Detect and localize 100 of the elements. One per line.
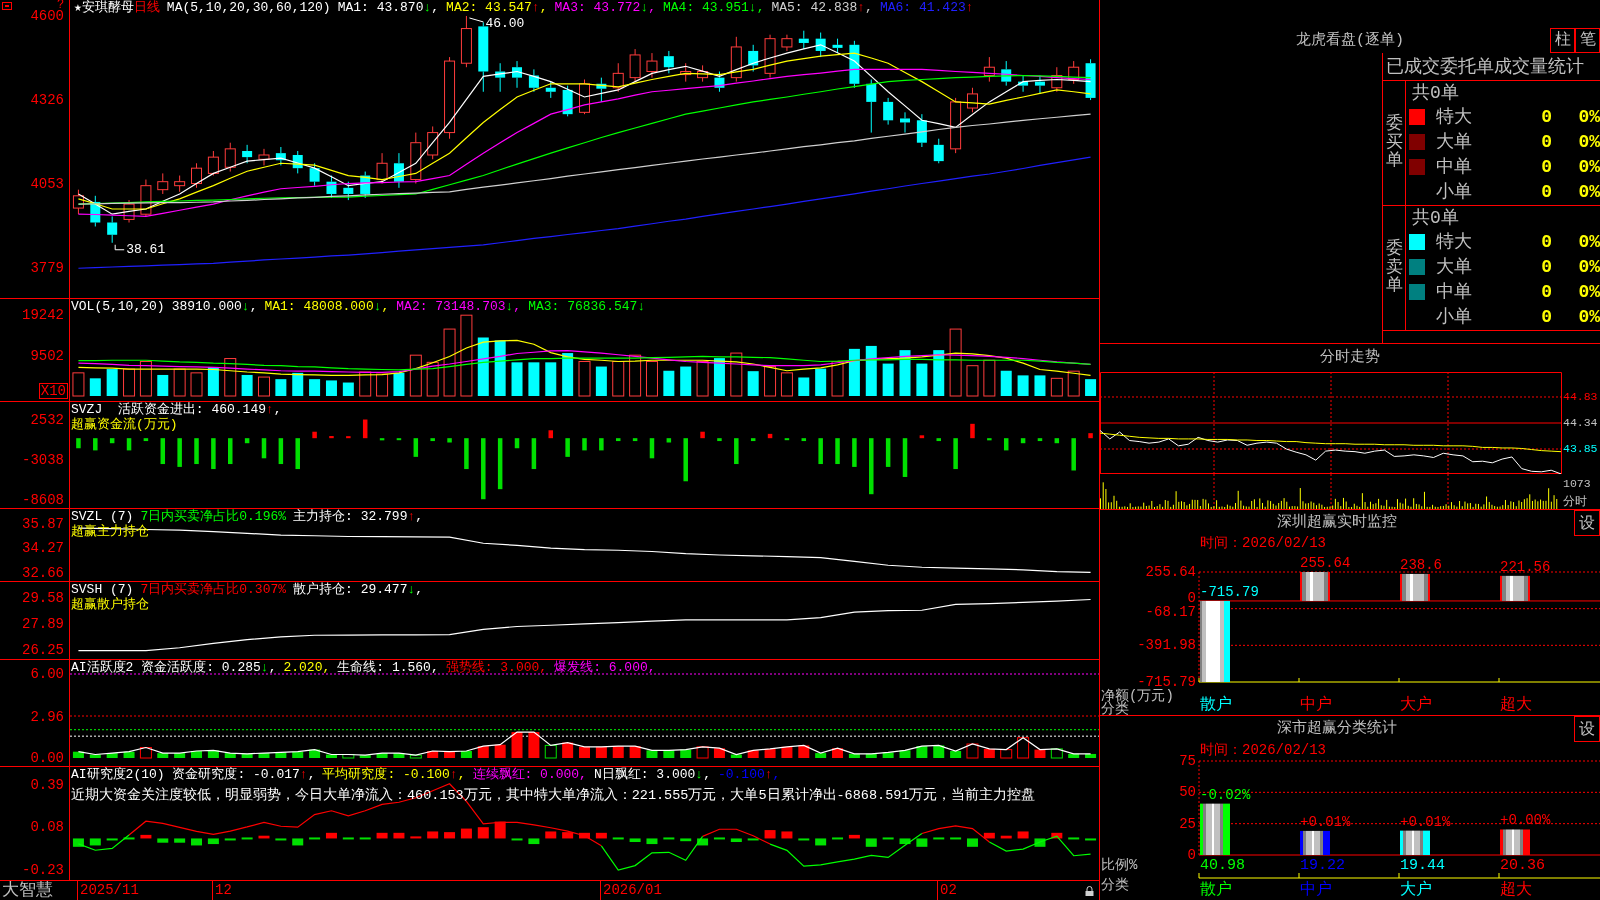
order-percent: 0%: [1577, 231, 1600, 252]
separator-text: ,: [430, 660, 439, 675]
separator-text: ,: [513, 299, 522, 314]
order-count: 0: [1540, 231, 1552, 252]
indicator-label: AI活跃度2 资金活跃度: 0.285: [71, 660, 261, 675]
indicator-label: MA(5,10,20,30,60,120): [166, 0, 331, 15]
separator-text: ,: [322, 660, 331, 675]
separator-text: ,: [415, 582, 424, 597]
order-size-label: 特大: [1435, 231, 1473, 252]
separator-text: ,: [703, 767, 711, 782]
price-label: 38.61: [126, 242, 166, 258]
order-size-label: 大单: [1435, 131, 1473, 152]
axis-label: 4326: [30, 92, 64, 109]
order-percent: 0%: [1577, 256, 1600, 277]
axis-label: 32.66: [22, 565, 64, 582]
indicator-label: -0.100: [717, 767, 765, 782]
category-label: 中户: [1300, 881, 1332, 899]
trend-arrow: ↓: [407, 582, 416, 597]
axis-label: 6.00: [30, 666, 64, 682]
axis-label: 0.00: [30, 750, 64, 766]
axis-label: 25: [1179, 815, 1196, 832]
trend-arrow: ↓: [373, 299, 382, 314]
axis-label: -391.98: [1137, 637, 1196, 654]
trend-arrow: ↓: [260, 660, 269, 675]
axis-label: 75: [1179, 753, 1196, 769]
axis-label: -715.79: [1137, 674, 1196, 690]
order-percent: 0%: [1577, 106, 1600, 127]
axis-title: 比例%: [1101, 857, 1138, 873]
order-size-label: 中单: [1435, 281, 1473, 302]
indicator-label: SVSH (7): [71, 582, 134, 597]
value-label: 238.6: [1400, 556, 1442, 573]
trend-arrow: ↑: [449, 767, 458, 782]
brand-label: 大智慧: [1, 881, 53, 900]
separator-text: ,: [273, 402, 282, 417]
panel-title: 分时走势: [1320, 348, 1380, 368]
order-size-label: 中单: [1435, 156, 1473, 177]
category-label: 散户: [1200, 696, 1232, 714]
trend-arrow: ↑: [857, 0, 866, 15]
indicator-label: 2.020: [283, 660, 323, 675]
axis-label: 3779: [30, 259, 64, 276]
indicator-label: N日飘红: 3.000: [593, 767, 696, 782]
indicator-label: 主力持仓: 32.799: [293, 509, 408, 524]
separator-text: ,: [756, 0, 765, 15]
order-percent: 0%: [1577, 306, 1600, 327]
indicator-label: SVZL (7): [71, 509, 134, 524]
axis-label: 0.08: [30, 819, 64, 836]
trend-arrow: ↓: [241, 299, 250, 314]
trend-arrow: ↓: [748, 0, 757, 15]
category-label: 大户: [1400, 696, 1432, 714]
axis-label: 44.83: [1563, 390, 1598, 404]
trend-arrow: ↓: [637, 299, 646, 314]
axis-label: 2.96: [30, 708, 64, 725]
axis-label: 27.89: [22, 616, 64, 633]
scale-label: X10: [38, 383, 68, 399]
order-size-label: 小单: [1435, 181, 1473, 202]
axis-label: 50: [1179, 784, 1196, 801]
panel-title: 深圳超赢实时监控: [1277, 513, 1397, 533]
trend-arrow: ↑: [299, 767, 308, 782]
axis-label: -3038: [22, 452, 64, 468]
order-count: 0: [1540, 281, 1552, 302]
order-count: 0: [1540, 106, 1552, 127]
legend-label: MA6: 41.423: [879, 0, 966, 15]
axis-label: 4600: [30, 7, 64, 24]
trend-arrow: ↑: [965, 0, 974, 15]
axis-label: -8608: [22, 492, 64, 508]
axis-label: 2532: [30, 412, 64, 428]
separator-text: ,: [865, 0, 873, 15]
time-label: 时间：2026/02/13: [1200, 536, 1326, 551]
axis-label: 255.64: [1145, 564, 1196, 580]
separator-text: ,: [539, 0, 548, 15]
date-label: 02: [937, 881, 957, 900]
axis-label: 1073: [1563, 477, 1591, 491]
trend-arrow: ↑: [407, 509, 416, 524]
value-label: 20.36: [1500, 856, 1545, 874]
order-percent: 0%: [1577, 181, 1600, 202]
axis-label: 19242: [22, 307, 64, 323]
separator-text: ,: [431, 0, 440, 15]
order-percent: 0%: [1577, 281, 1600, 302]
value-label: -715.79: [1200, 583, 1259, 600]
axis-label: 分时: [1563, 495, 1587, 509]
order-count: 0: [1540, 131, 1552, 152]
axis-title: 分类: [1101, 701, 1129, 715]
indicator-label: 爆发线: 6.000: [554, 660, 648, 675]
trend-arrow: ↑: [266, 402, 274, 417]
price-label: 46.00: [485, 16, 525, 32]
axis-label: -0.23: [22, 862, 64, 878]
indicator-label: 7日内买卖净占比0.307%: [140, 582, 287, 597]
separator-text: ,: [415, 509, 424, 524]
separator-text: ,: [249, 299, 258, 314]
trend-arrow: ↓: [423, 0, 432, 15]
axis-label: 4053: [30, 175, 64, 192]
axis-label: -68.17: [1145, 603, 1196, 620]
indicator-label: SVZJ 活跃资金进出: 460.149: [71, 402, 267, 417]
order-count: 0: [1540, 156, 1552, 177]
order-total: 共0单: [1412, 82, 1459, 103]
change-label: +0.01%: [1400, 813, 1451, 830]
indicator-title: 超赢资金流(万元): [71, 417, 178, 432]
indicator-label: 强势线: 3.000: [445, 660, 540, 675]
order-size-label: 小单: [1435, 306, 1473, 327]
indicator-label: VOL(5,10,20): [71, 299, 165, 314]
